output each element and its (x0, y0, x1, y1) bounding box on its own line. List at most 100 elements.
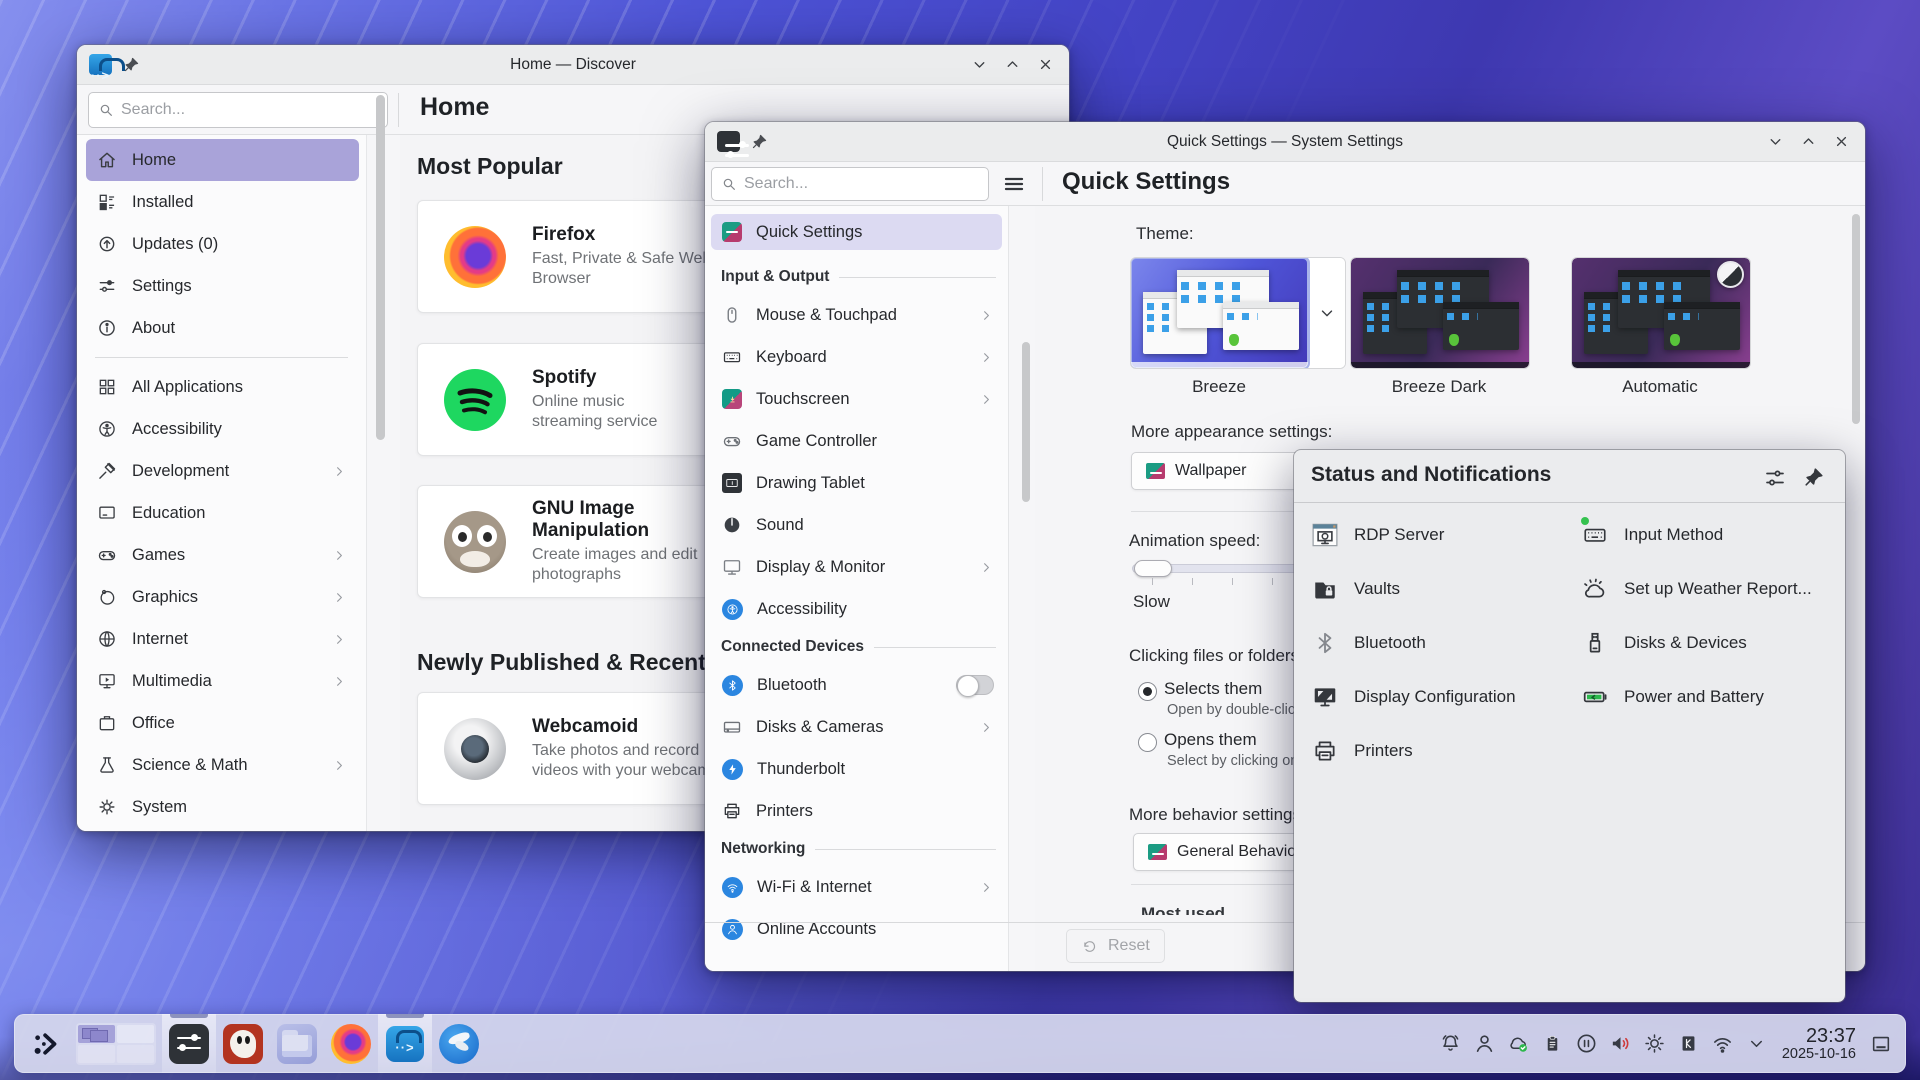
task-ghostwriter[interactable] (216, 1014, 270, 1073)
popup-item-vaults[interactable]: Vaults (1310, 569, 1400, 609)
maximize-button[interactable] (1796, 130, 1820, 154)
sidebar-item-graphics[interactable]: Graphics (86, 576, 359, 618)
discover-titlebar[interactable]: Home — Discover (77, 45, 1069, 85)
info-icon (97, 318, 117, 338)
bluetooth-toggle[interactable] (956, 675, 994, 695)
slider-handle[interactable] (1134, 560, 1172, 577)
screen-icon (97, 503, 117, 523)
close-button[interactable] (1829, 130, 1853, 154)
show-desktop-button[interactable] (1866, 1024, 1896, 1064)
tray-expand-chevron-icon[interactable] (1740, 1024, 1774, 1064)
popup-item-disks-devices[interactable]: Disks & Devices (1580, 623, 1747, 663)
sidebar-item-home[interactable]: Home (86, 139, 359, 181)
sidebar-item-drawing-tablet[interactable]: Drawing Tablet (705, 462, 1008, 504)
sidebar-item-accessibility[interactable]: Accessibility (86, 408, 359, 450)
sidebar-item-mouse-touchpad[interactable]: Mouse & Touchpad (705, 294, 1008, 336)
sidebar-item-touchscreen[interactable]: Touchscreen (705, 378, 1008, 420)
reset-button[interactable]: Reset (1066, 929, 1165, 963)
search-field[interactable] (711, 167, 989, 201)
sidebar-item-internet[interactable]: Internet (86, 618, 359, 660)
sidebar-item-display-monitor[interactable]: Display & Monitor (705, 546, 1008, 588)
popup-item-display-configuration[interactable]: Display Configuration (1310, 677, 1516, 717)
sidebar-item-thunderbolt[interactable]: Thunderbolt (705, 748, 1008, 790)
task-falkon[interactable] (432, 1014, 486, 1073)
search-input[interactable] (744, 175, 979, 193)
sidebar-item-printers[interactable]: Printers (705, 790, 1008, 832)
user-icon[interactable] (1468, 1024, 1502, 1064)
sidebar-item-system[interactable]: System (86, 786, 359, 828)
minimize-button[interactable] (1763, 130, 1787, 154)
wallpaper-button[interactable]: Wallpaper (1131, 452, 1301, 490)
close-button[interactable] (1033, 53, 1057, 77)
window-title: Home — Discover (197, 56, 949, 74)
maximize-button[interactable] (1000, 53, 1024, 77)
popup-item-power-battery[interactable]: Power and Battery (1580, 677, 1764, 717)
digital-clock[interactable]: 23:37 2025-10-16 (1782, 1025, 1856, 1063)
task-dolphin[interactable] (270, 1014, 324, 1073)
sidebar-item-game-controller[interactable]: Game Controller (705, 420, 1008, 462)
breeze-preview[interactable] (1131, 258, 1308, 368)
brightness-icon[interactable] (1638, 1024, 1672, 1064)
theme-option-breeze-dark[interactable] (1350, 257, 1530, 369)
search-input[interactable] (121, 101, 378, 119)
sidebar-item-updates[interactable]: Updates (0) (86, 223, 359, 265)
sidebar-item-development[interactable]: Development (86, 450, 359, 492)
settings-sidebar: Quick Settings Input & Output Mouse & To… (705, 206, 1009, 971)
task-firefox[interactable] (324, 1014, 378, 1073)
sidebar-item-disks-cameras[interactable]: Disks & Cameras (705, 706, 1008, 748)
sidebar-item-settings[interactable]: Settings (86, 265, 359, 307)
media-pause-icon[interactable] (1570, 1024, 1604, 1064)
popup-item-input-method[interactable]: Input Method (1580, 515, 1723, 555)
pin-icon[interactable] (1803, 466, 1825, 488)
sidebar-item-multimedia[interactable]: Multimedia (86, 660, 359, 702)
configure-icon[interactable] (1763, 466, 1787, 490)
virtual-desktop-pager[interactable] (76, 1023, 156, 1065)
task-discover[interactable] (378, 1014, 432, 1073)
sidebar-item-bluetooth[interactable]: Bluetooth (705, 664, 1008, 706)
breeze-dark-preview[interactable] (1351, 258, 1529, 368)
sidebar-item-keyboard[interactable]: Keyboard (705, 336, 1008, 378)
sidebar-item-quick-settings[interactable]: Quick Settings (711, 214, 1002, 250)
radio-opens-them[interactable] (1138, 733, 1157, 752)
sidebar-item-office[interactable]: Office (86, 702, 359, 744)
pin-icon[interactable] (123, 56, 140, 73)
theme-option-breeze[interactable] (1130, 257, 1346, 369)
sidebar-item-science-math[interactable]: Science & Math (86, 744, 359, 786)
clipboard-icon[interactable] (1536, 1024, 1570, 1064)
sidebar-item-sound[interactable]: Sound (705, 504, 1008, 546)
pin-icon[interactable] (751, 133, 768, 150)
content-scrollbar[interactable] (1852, 214, 1860, 424)
app-launcher-button[interactable] (24, 1014, 70, 1073)
sidebar-item-all-applications[interactable]: All Applications (86, 366, 359, 408)
task-system-settings[interactable] (162, 1014, 216, 1073)
sidebar-item-about[interactable]: About (86, 307, 359, 349)
webcamoid-icon (444, 718, 506, 780)
sidebar-scrollbar[interactable] (1022, 342, 1030, 502)
popup-item-printers[interactable]: Printers (1310, 731, 1413, 771)
sidebar-item-wifi-internet[interactable]: Wi-Fi & Internet (705, 866, 1008, 908)
radio-selects-them[interactable] (1138, 682, 1157, 701)
sidebar-item-games[interactable]: Games (86, 534, 359, 576)
search-field[interactable] (88, 92, 388, 128)
minimize-button[interactable] (967, 53, 991, 77)
sidebar-scrollbar[interactable] (376, 95, 385, 440)
network-wifi-icon[interactable] (1706, 1024, 1740, 1064)
popup-item-rdp-server[interactable]: RDP Server (1310, 515, 1444, 555)
notifications-icon[interactable] (1434, 1024, 1468, 1064)
spotify-icon (444, 369, 506, 431)
cloud-sync-icon[interactable] (1502, 1024, 1536, 1064)
volume-icon[interactable] (1604, 1024, 1638, 1064)
section-header: Connected Devices (705, 630, 1008, 664)
hamburger-menu-icon[interactable] (1000, 172, 1028, 196)
keyboard-layout-icon[interactable] (1672, 1024, 1706, 1064)
popup-item-weather-report[interactable]: Set up Weather Report... (1580, 569, 1812, 609)
printer-icon (722, 801, 742, 821)
sidebar-item-online-accounts[interactable]: Online Accounts (705, 908, 1008, 950)
sidebar-item-education[interactable]: Education (86, 492, 359, 534)
theme-dropdown-button[interactable] (1308, 258, 1345, 368)
sidebar-item-accessibility[interactable]: Accessibility (705, 588, 1008, 630)
vault-icon (1310, 574, 1340, 604)
popup-item-bluetooth[interactable]: Bluetooth (1310, 623, 1426, 663)
sidebar-item-installed[interactable]: Installed (86, 181, 359, 223)
settings-titlebar[interactable]: Quick Settings — System Settings (705, 122, 1865, 162)
